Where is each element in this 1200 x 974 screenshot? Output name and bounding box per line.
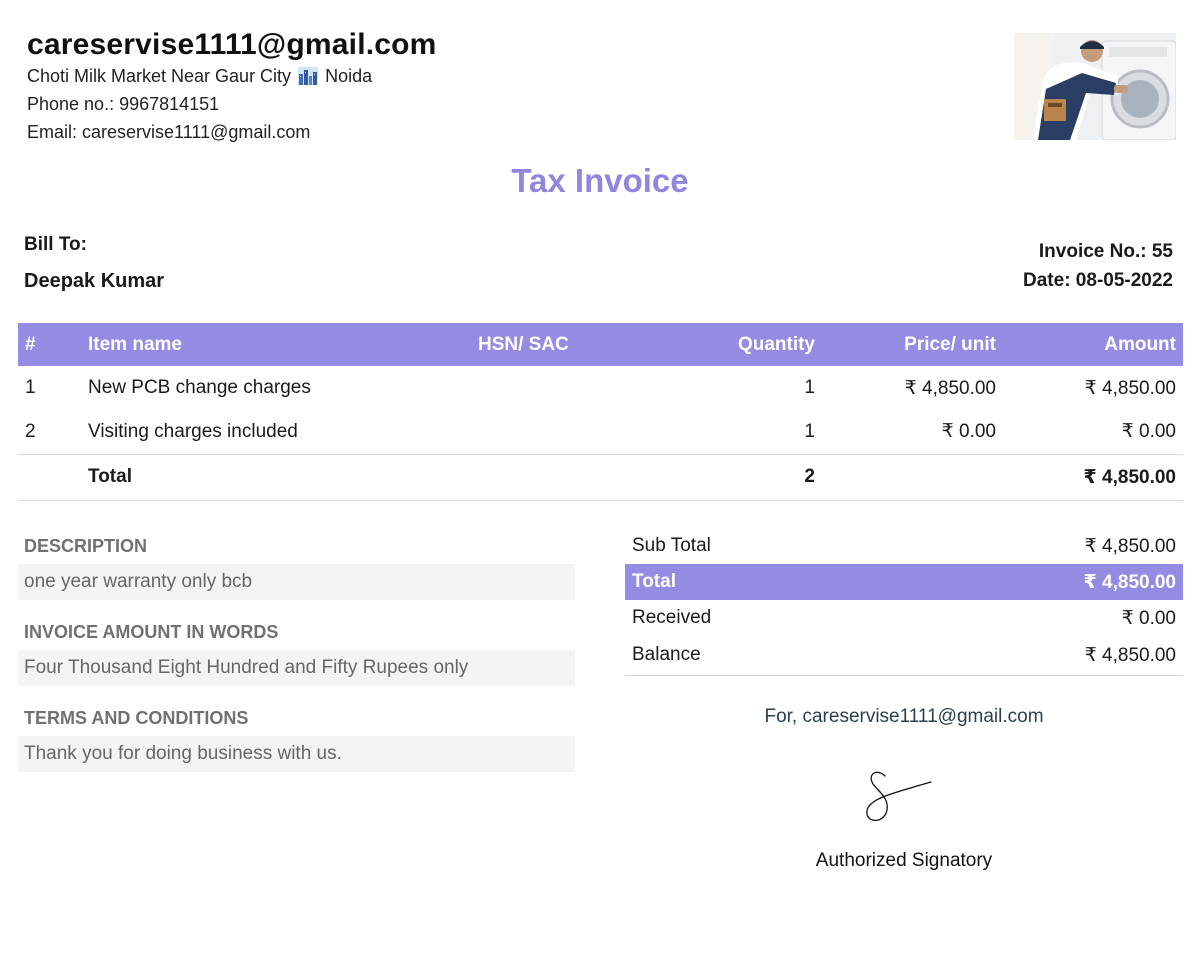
cityscape-icon [298,65,319,85]
items-total-row: Total 2 ₹ 4,850.00 [18,453,1183,501]
address-city: Noida [325,66,373,86]
col-header-quantity: Quantity [599,323,822,366]
row-quantity: 1 [804,420,815,442]
row-amount: ₹ 0.00 [1121,421,1176,443]
amount-in-words-title: INVOICE AMOUNT IN WORDS [24,622,279,642]
company-name: careservise1111@gmail.com [27,28,437,61]
amount-in-words-text: Four Thousand Eight Hundred and Fifty Ru… [18,650,575,686]
summary-table: Sub Total ₹ 4,850.00 Total ₹ 4,850.00 Re… [625,528,1183,676]
row-price: ₹ 0.00 [941,421,996,443]
invoice-meta: Invoice No.: 55 Date: 08-05-2022 [1023,237,1173,295]
row-number: 2 [25,420,36,442]
table-row: 2 Visiting charges included 1 ₹ 0.00 ₹ 0… [18,410,1183,454]
received-label: Received [632,607,712,628]
subtotal-label: Sub Total [632,535,711,556]
items-total-quantity: 2 [599,453,822,501]
company-address: Choti Milk Market Near Gaur City Noida [27,62,437,90]
row-item-name: New PCB change charges [88,377,311,398]
technician-photo [1014,33,1176,140]
row-hsn [471,410,599,454]
invoice-number: Invoice No.: 55 [1038,241,1173,262]
col-header-hsn: HSN/ SAC [471,323,599,366]
col-header-item-name: Item name [81,323,471,366]
description-title: DESCRIPTION [24,536,148,556]
items-header-row: # Item name HSN/ SAC Quantity Price/ uni… [18,323,1183,366]
terms-title: TERMS AND CONDITIONS [24,708,249,728]
row-item-name: Visiting charges included [88,420,298,442]
balance-value: ₹ 4,850.00 [885,636,1183,676]
bill-to-label: Bill To: [24,234,87,255]
row-number: 1 [25,377,36,398]
col-header-price: Price/ unit [822,323,1003,366]
authorized-signatory-label: Authorized Signatory [815,850,993,871]
address-text: Choti Milk Market Near Gaur City [27,66,292,86]
balance-row: Balance ₹ 4,850.00 [625,636,1183,676]
received-row: Received ₹ 0.00 [625,600,1183,636]
notes-column: DESCRIPTION one year warranty only bcb I… [18,530,575,788]
row-amount: ₹ 4,850.00 [1084,377,1176,399]
company-phone: Phone no.: 9967814151 [27,94,220,114]
grand-total-row: Total ₹ 4,850.00 [625,564,1183,600]
company-email: Email: careservise1111@gmail.com [27,122,311,142]
signature-image [855,764,945,830]
col-header-number: # [18,323,81,366]
items-total-label: Total [81,453,471,501]
received-value: ₹ 0.00 [1121,607,1176,629]
col-header-amount: Amount [1003,323,1183,366]
table-row: 1 New PCB change charges 1 ₹ 4,850.00 ₹ … [18,366,1183,410]
subtotal-value: ₹ 4,850.00 [1084,535,1176,557]
balance-label: Balance [625,636,886,676]
for-company-line: For, careservise1111@gmail.com [764,706,1044,727]
row-quantity: 1 [804,377,815,398]
company-header: careservise1111@gmail.com Choti Milk Mar… [27,28,437,146]
grand-total-value: ₹ 4,850.00 [885,564,1183,600]
terms-text: Thank you for doing business with us. [18,736,575,772]
customer-name: Deepak Kumar [24,270,165,292]
grand-total-label: Total [625,564,886,600]
items-table: # Item name HSN/ SAC Quantity Price/ uni… [18,323,1183,501]
row-price: ₹ 4,850.00 [904,377,996,399]
items-total-amount: ₹ 4,850.00 [1003,453,1183,501]
description-text: one year warranty only bcb [18,564,575,600]
invoice-date: Date: 08-05-2022 [1023,270,1173,291]
row-hsn [471,366,599,410]
document-title: Tax Invoice [511,162,689,199]
subtotal-row: Sub Total ₹ 4,850.00 [625,528,1183,564]
